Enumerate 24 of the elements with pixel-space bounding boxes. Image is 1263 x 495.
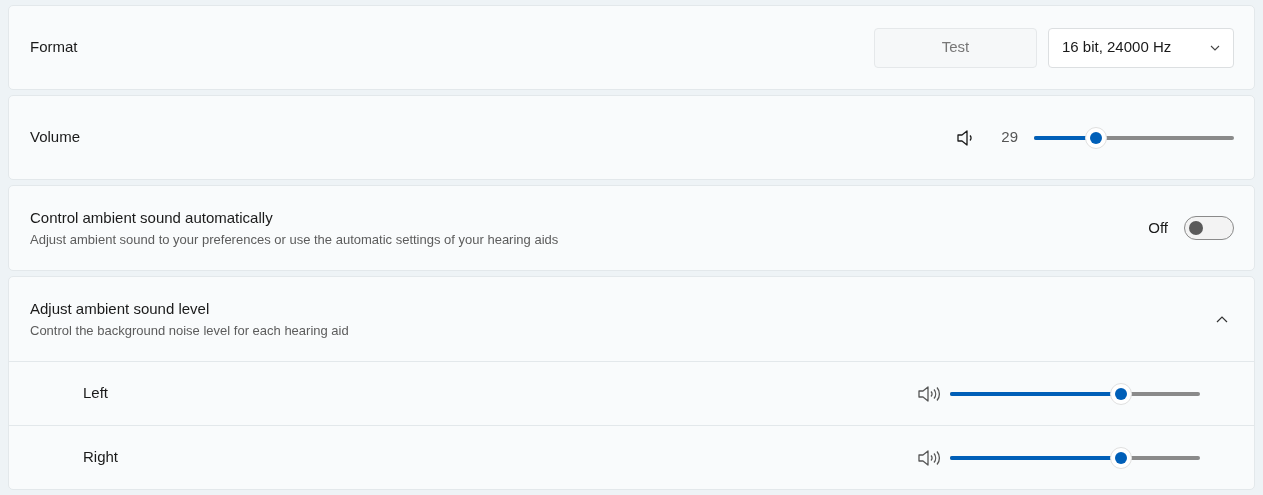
setting-description: Adjust ambient sound to your preferences or use the automatic settings of your hearing aids xyxy=(30,230,560,249)
format-label: Format xyxy=(30,37,79,58)
setting-title: Control ambient sound automatically xyxy=(30,208,274,228)
channel-label: Left xyxy=(83,383,110,404)
toggle-label: Off xyxy=(1148,217,1168,238)
test-button[interactable]: Test xyxy=(874,27,1037,68)
setting-title: Adjust ambient sound level xyxy=(30,299,211,319)
toggle-switch[interactable] xyxy=(1184,216,1234,240)
slider-thumb[interactable] xyxy=(1110,446,1133,469)
format-dropdown[interactable]: 16 bit, 24000 Hz xyxy=(1048,27,1234,68)
slider-thumb[interactable] xyxy=(1110,382,1133,405)
speaker-waves-icon xyxy=(917,448,943,467)
setting-description: Control the background noise level for each hearing aid xyxy=(30,321,350,340)
chevron-down-icon xyxy=(1210,44,1220,51)
slider-thumb[interactable] xyxy=(1085,126,1107,149)
speaker-waves-icon xyxy=(917,384,943,403)
channel-label: Right xyxy=(83,447,120,468)
slider-track[interactable] xyxy=(950,446,1200,469)
chevron-up-icon[interactable] xyxy=(1216,315,1228,323)
speaker-icon xyxy=(956,128,975,147)
volume-reading: 29 xyxy=(1001,127,1018,148)
volume-label: Volume xyxy=(30,127,82,148)
slider-track[interactable] xyxy=(950,382,1200,405)
slider-track[interactable] xyxy=(1034,126,1234,149)
